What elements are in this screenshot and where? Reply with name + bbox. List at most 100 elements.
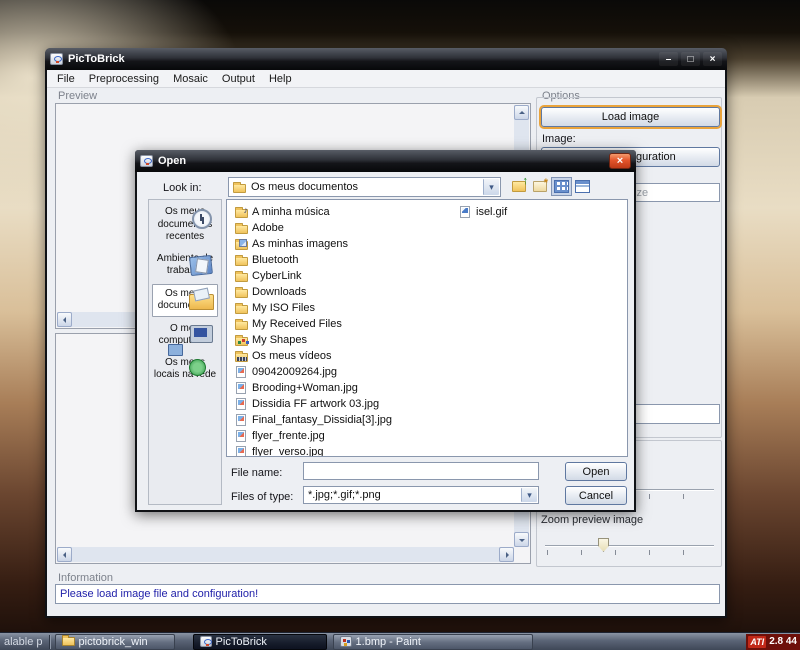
task-button-pictobrick[interactable]: PicToBrick xyxy=(193,634,327,650)
file-list-item[interactable]: CyberLink xyxy=(235,268,392,284)
cancel-button[interactable]: Cancel xyxy=(565,486,627,505)
window-title: PicToBrick xyxy=(68,53,125,65)
dialog-title: Open xyxy=(158,155,186,167)
file-name-label: File name: xyxy=(231,467,282,479)
open-dialog: Open × Look in: Os meus documentos ▾ Os … xyxy=(135,150,636,512)
file-icon xyxy=(236,366,246,378)
ati-tray-overlay: ATI 2.8 44 xyxy=(746,634,800,650)
file-list-item[interactable]: My Shapes xyxy=(235,332,392,348)
taskbar-separator xyxy=(49,635,51,649)
file-icon xyxy=(236,446,246,457)
scroll-left-icon[interactable] xyxy=(57,312,72,327)
file-icon xyxy=(236,414,246,426)
file-list-item[interactable]: A minha música xyxy=(235,204,392,220)
sidebar-item-network-places[interactable]: Os meus locais na rede xyxy=(152,354,218,385)
paint-icon xyxy=(340,636,352,647)
taskbar-overflow-text[interactable]: alable p xyxy=(0,636,47,648)
app-icon xyxy=(50,53,63,65)
file-icon xyxy=(235,241,248,250)
menu-item[interactable]: Preprocessing xyxy=(82,71,166,87)
new-folder-icon[interactable] xyxy=(533,181,547,192)
file-icon xyxy=(235,257,248,266)
file-icon xyxy=(235,225,248,234)
file-list-item[interactable]: isel.gif xyxy=(459,204,507,220)
information-group-label: Information xyxy=(58,572,113,584)
open-dialog-body: Look in: Os meus documentos ▾ Os meus do… xyxy=(137,172,634,510)
minimize-button[interactable]: – xyxy=(659,52,678,66)
load-image-button[interactable]: Load image xyxy=(541,107,720,127)
information-box: Please load image file and configuration… xyxy=(55,584,720,604)
file-icon xyxy=(235,337,248,346)
list-view-icon[interactable] xyxy=(554,180,569,193)
zoom-preview-label: Zoom preview image xyxy=(541,514,643,526)
file-icon xyxy=(235,305,248,314)
task-button-pictobrick-win[interactable]: pictobrick_win xyxy=(55,634,175,650)
menu-item[interactable]: File xyxy=(50,71,82,87)
scroll-left-icon[interactable] xyxy=(57,547,72,562)
task-button-paint[interactable]: 1.bmp - Paint xyxy=(333,634,533,650)
ati-logo: ATI xyxy=(748,636,766,648)
chevron-down-icon[interactable]: ▾ xyxy=(521,488,537,502)
file-icon xyxy=(236,382,246,394)
menu-item[interactable]: Help xyxy=(262,71,299,87)
scroll-right-icon[interactable] xyxy=(499,547,514,562)
desktop-background: PicToBrick – □ × File Preprocessing Mosa… xyxy=(0,0,800,650)
app-icon xyxy=(140,155,153,167)
file-list-item[interactable]: Downloads xyxy=(235,284,392,300)
scroll-up-icon[interactable] xyxy=(514,105,529,120)
open-dialog-titlebar[interactable]: Open × xyxy=(135,150,636,172)
file-list-item[interactable]: flyer_frente.jpg xyxy=(235,428,392,444)
file-list-column-1: A minha música Adobe As minhas imagens xyxy=(235,204,392,457)
file-list-column-2: isel.gif xyxy=(459,204,507,220)
file-list-item[interactable]: My Received Files xyxy=(235,316,392,332)
sidebar-item-my-computer[interactable]: O meu computador xyxy=(152,320,218,351)
file-icon xyxy=(236,398,246,410)
files-of-type-combobox[interactable]: *.jpg;*.gif;*.png ▾ xyxy=(303,486,539,504)
file-list-item[interactable]: Dissidia FF artwork 03.jpg xyxy=(235,396,392,412)
close-icon[interactable]: × xyxy=(609,153,631,169)
file-list-item[interactable]: 09042009264.jpg xyxy=(235,364,392,380)
places-sidebar: Os meus documentos recentes Ambiente de … xyxy=(148,199,222,505)
file-list-item[interactable]: Final_fantasy_Dissidia[3].jpg xyxy=(235,412,392,428)
folder-icon xyxy=(233,184,246,193)
details-view-icon[interactable] xyxy=(575,180,590,193)
sidebar-item-desktop[interactable]: Ambiente de trabalho xyxy=(152,250,218,281)
up-one-level-icon[interactable] xyxy=(512,181,526,192)
look-in-label: Look in: xyxy=(163,182,202,194)
file-list-item[interactable]: flyer_verso.jpg xyxy=(235,444,392,457)
ati-value: 2.8 44 xyxy=(769,636,797,647)
sidebar-item-recent-documents[interactable]: Os meus documentos recentes xyxy=(152,203,218,247)
file-list-item[interactable]: Brooding+Woman.jpg xyxy=(235,380,392,396)
taskbar: alable p pictobrick_win PicToBrick 1.bmp… xyxy=(0,632,800,650)
java-app-icon xyxy=(200,636,212,647)
file-list-item[interactable]: Os meus vídeos xyxy=(235,348,392,364)
chevron-down-icon[interactable]: ▾ xyxy=(483,179,499,195)
sidebar-item-my-documents[interactable]: Os meus documentos xyxy=(152,284,218,317)
file-icon xyxy=(235,321,248,330)
zoom-preview-slider-track[interactable] xyxy=(545,545,714,547)
file-icon xyxy=(460,206,470,218)
preview-group-label: Preview xyxy=(58,90,97,102)
file-list: A minha música Adobe As minhas imagens xyxy=(226,199,628,457)
open-button[interactable]: Open xyxy=(565,462,627,481)
close-button[interactable]: × xyxy=(703,52,722,66)
zoom-preview-slider-ticks xyxy=(547,550,714,555)
menu-bar: File Preprocessing Mosaic Output Help xyxy=(47,70,725,88)
menu-item[interactable]: Output xyxy=(215,71,262,87)
horizontal-scrollbar[interactable] xyxy=(57,547,514,562)
file-list-item[interactable]: Adobe xyxy=(235,220,392,236)
file-list-item[interactable]: Bluetooth xyxy=(235,252,392,268)
scroll-down-icon[interactable] xyxy=(514,532,529,547)
file-icon xyxy=(235,353,248,362)
file-name-input[interactable] xyxy=(303,462,539,480)
file-icon xyxy=(235,273,248,282)
folder-icon xyxy=(62,637,75,646)
pictobrick-titlebar[interactable]: PicToBrick – □ × xyxy=(45,48,727,70)
menu-item[interactable]: Mosaic xyxy=(166,71,215,87)
file-list-item[interactable]: As minhas imagens xyxy=(235,236,392,252)
maximize-button[interactable]: □ xyxy=(681,52,700,66)
file-icon xyxy=(236,430,246,442)
file-list-item[interactable]: My ISO Files xyxy=(235,300,392,316)
file-icon xyxy=(235,209,248,218)
look-in-combobox[interactable]: Os meus documentos ▾ xyxy=(228,177,501,197)
